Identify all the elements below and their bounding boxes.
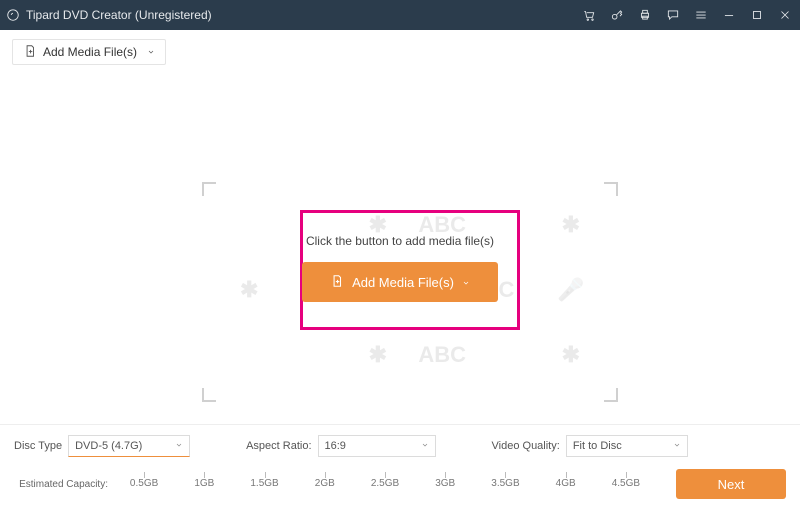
add-media-button-toolbar[interactable]: Add Media File(s) xyxy=(12,39,166,65)
capacity-label: Estimated Capacity: xyxy=(14,479,114,490)
video-quality-field: Video Quality: Fit to Disc xyxy=(492,435,688,457)
ruler-tick-label: 0.5GB xyxy=(130,478,158,489)
crop-corner-tr xyxy=(604,182,618,196)
main-canvas: ✱ABC✱✱AC🎤✱ABC✱ Click the button to add m… xyxy=(12,82,788,412)
settings-row: Disc Type DVD-5 (4.7G) Aspect Ratio: 16:… xyxy=(14,435,786,457)
chat-icon[interactable] xyxy=(666,8,680,22)
maximize-icon[interactable] xyxy=(750,8,764,22)
menu-icon[interactable] xyxy=(694,8,708,22)
capacity-row: Estimated Capacity: 0.5GB 1GB 1.5GB 2GB 2.5G… xyxy=(14,469,786,499)
add-media-label: Add Media File(s) xyxy=(43,45,137,59)
chevron-down-icon xyxy=(462,275,470,290)
ruler-tick-label: 2.5GB xyxy=(371,478,399,489)
video-quality-value: Fit to Disc xyxy=(573,440,622,452)
add-media-button-main[interactable]: Add Media File(s) xyxy=(302,262,498,302)
ruler-tick-label: 4.5GB xyxy=(612,478,640,489)
ruler-tick-label: 2GB xyxy=(315,478,335,489)
aspect-ratio-field: Aspect Ratio: 16:9 xyxy=(246,435,435,457)
aspect-ratio-select[interactable]: 16:9 xyxy=(318,435,436,457)
empty-state-message: Click the button to add media file(s) xyxy=(270,234,530,248)
capacity-ruler: 0.5GB 1GB 1.5GB 2GB 2.5GB 3GB 3.5GB 4GB 4.5GB xyxy=(114,472,656,496)
ruler-tick-label: 3.5GB xyxy=(491,478,519,489)
next-button[interactable]: Next xyxy=(676,469,786,499)
disc-type-field: Disc Type DVD-5 (4.7G) xyxy=(14,435,190,457)
ruler-tick-label: 3GB xyxy=(435,478,455,489)
disc-type-select[interactable]: DVD-5 (4.7G) xyxy=(68,435,190,457)
print-icon[interactable] xyxy=(638,8,652,22)
app-title: Tipard DVD Creator (Unregistered) xyxy=(26,8,212,22)
add-media-icon xyxy=(330,274,344,291)
disc-type-label: Disc Type xyxy=(14,440,62,452)
titlebar-actions xyxy=(582,8,792,22)
ruler-tick-label: 1GB xyxy=(194,478,214,489)
key-icon[interactable] xyxy=(610,8,624,22)
cart-icon[interactable] xyxy=(582,8,596,22)
empty-state: Click the button to add media file(s) Ad… xyxy=(270,234,530,302)
app-logo-icon xyxy=(6,8,20,22)
crop-corner-tl xyxy=(202,182,216,196)
titlebar: Tipard DVD Creator (Unregistered) xyxy=(0,0,800,30)
minimize-icon[interactable] xyxy=(722,8,736,22)
watermark-icon: ✱ xyxy=(562,342,580,368)
watermark-icon: ✱ xyxy=(562,212,580,238)
aspect-ratio-label: Aspect Ratio: xyxy=(246,440,311,452)
add-media-icon xyxy=(23,44,37,61)
ruler-tick-label: 4GB xyxy=(556,478,576,489)
chevron-down-icon xyxy=(147,45,155,59)
chevron-down-icon xyxy=(175,440,183,452)
watermark-icon: ABC xyxy=(418,342,466,368)
close-icon[interactable] xyxy=(778,8,792,22)
watermark-icon: ✱ xyxy=(240,277,258,303)
chevron-down-icon xyxy=(421,440,429,452)
ruler-tick-label: 1.5GB xyxy=(250,478,278,489)
disc-type-value: DVD-5 (4.7G) xyxy=(75,440,142,452)
watermark-icon: 🎤 xyxy=(557,277,584,303)
video-quality-label: Video Quality: xyxy=(492,440,560,452)
toolbar: Add Media File(s) xyxy=(0,30,800,74)
bottom-panel: Disc Type DVD-5 (4.7G) Aspect Ratio: 16:… xyxy=(0,424,800,514)
crop-corner-br xyxy=(604,388,618,402)
watermark-icon: ✱ xyxy=(369,342,387,368)
chevron-down-icon xyxy=(673,440,681,452)
crop-corner-bl xyxy=(202,388,216,402)
aspect-ratio-value: 16:9 xyxy=(325,440,346,452)
video-quality-select[interactable]: Fit to Disc xyxy=(566,435,688,457)
add-media-label: Add Media File(s) xyxy=(352,275,454,290)
